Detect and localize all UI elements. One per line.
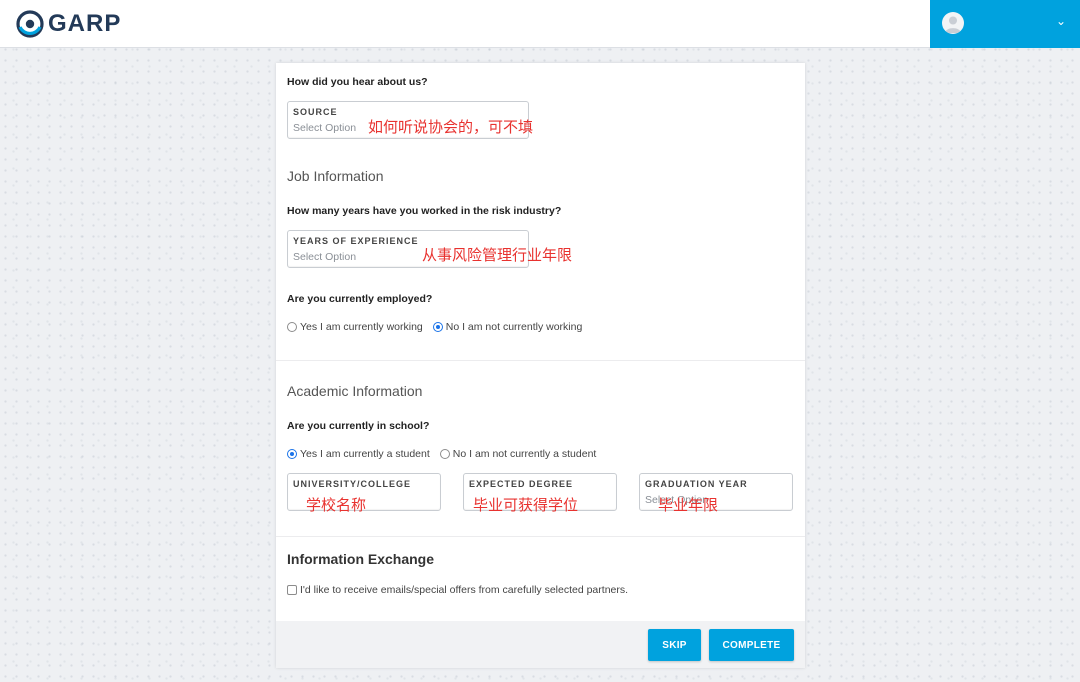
- section-divider: [276, 360, 805, 361]
- chevron-down-icon: ⌄: [1055, 14, 1066, 28]
- university-annotation: 学校名称: [306, 496, 367, 514]
- school-no-radio[interactable]: [439, 449, 450, 459]
- form-footer: SKIP COMPLETE: [276, 621, 805, 668]
- garp-logo-icon: [16, 10, 44, 38]
- graduation-year-label: GRADUATION YEAR: [645, 479, 748, 489]
- source-placeholder: Select Option: [293, 122, 357, 134]
- employed-no-radio[interactable]: [432, 322, 443, 332]
- school-radio-group: Yes I am currently a student No I am not…: [287, 448, 606, 460]
- user-avatar-icon: [942, 12, 964, 34]
- logo-text: GARP: [48, 10, 122, 37]
- source-field-label: SOURCE: [293, 107, 338, 117]
- employed-no-label[interactable]: No I am not currently working: [446, 321, 583, 333]
- expected-degree-label: EXPECTED DEGREE: [469, 479, 574, 489]
- partner-offers-row: I'd like to receive emails/special offer…: [287, 584, 638, 596]
- section-divider: [276, 536, 805, 537]
- academic-information-title: Academic Information: [287, 383, 423, 399]
- registration-form-card: How did you hear about us? SOURCE Select…: [276, 63, 805, 668]
- skip-button[interactable]: SKIP: [648, 629, 701, 661]
- expected-degree-annotation: 毕业可获得学位: [473, 496, 579, 514]
- garp-logo[interactable]: GARP: [15, 9, 121, 39]
- years-experience-annotation: 从事风险管理行业年限: [422, 246, 573, 264]
- user-menu-button[interactable]: ⌄: [930, 0, 1080, 48]
- employed-question: Are you currently employed?: [287, 293, 433, 305]
- years-experience-label: YEARS OF EXPERIENCE: [293, 236, 419, 246]
- years-experience-placeholder: Select Option: [293, 251, 357, 263]
- employed-radio-group: Yes I am currently working No I am not c…: [287, 321, 592, 333]
- graduation-year-annotation: 毕业年限: [658, 496, 719, 514]
- school-yes-radio[interactable]: [287, 449, 297, 459]
- source-annotation: 如何听说协会的，可不填: [368, 118, 534, 136]
- partner-offers-label[interactable]: I'd like to receive emails/special offer…: [300, 584, 628, 596]
- source-question: How did you hear about us?: [287, 76, 428, 88]
- employed-yes-label[interactable]: Yes I am currently working: [300, 321, 423, 333]
- complete-button[interactable]: COMPLETE: [709, 629, 794, 661]
- top-navigation-bar: GARP ⌄: [0, 0, 1080, 48]
- university-college-label: UNIVERSITY/COLLEGE: [293, 479, 412, 489]
- job-information-title: Job Information: [287, 168, 384, 184]
- partner-offers-checkbox[interactable]: [287, 585, 297, 595]
- school-question: Are you currently in school?: [287, 420, 430, 432]
- school-yes-label[interactable]: Yes I am currently a student: [300, 448, 430, 460]
- employed-yes-radio[interactable]: [287, 322, 297, 332]
- years-experience-question: How many years have you worked in the ri…: [287, 205, 562, 217]
- information-exchange-title: Information Exchange: [287, 551, 435, 567]
- school-no-label[interactable]: No I am not currently a student: [453, 448, 597, 460]
